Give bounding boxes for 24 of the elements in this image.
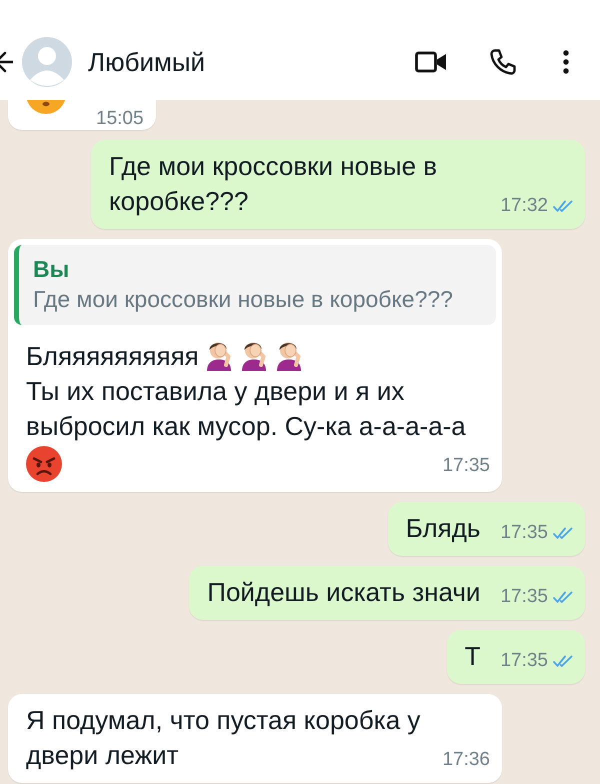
more-options-icon[interactable] <box>563 50 569 74</box>
phone-call-icon[interactable] <box>489 48 517 76</box>
message-text: Т <box>464 641 480 672</box>
message-time: 15:05 <box>96 108 144 130</box>
message-time: 17:36 <box>442 749 490 772</box>
quote-author: Вы <box>33 255 70 284</box>
back-arrow-icon[interactable] <box>0 51 13 73</box>
video-call-icon[interactable] <box>415 50 447 74</box>
angry-face-icon <box>26 446 62 482</box>
message-text: Блядь <box>406 513 480 544</box>
quote-text: Где мои кроссовки новые в коробке??? <box>33 285 453 314</box>
message-text: Я подумал, что пустая коробка у двери лежит <box>26 705 420 770</box>
contact-name[interactable]: Любимый <box>88 46 415 78</box>
message-text: Бляяяяяяяяяя <box>26 341 199 371</box>
message-time: 17:35 <box>500 522 548 544</box>
message-time: 17:32 <box>500 195 548 217</box>
quoted-message[interactable]: Вы Где мои кроссовки новые в коробке??? <box>14 245 496 325</box>
message-text: Пойдешь искать значи <box>207 577 480 608</box>
message-time: 17:35 <box>442 455 490 477</box>
emoji-icon <box>26 100 66 114</box>
message-text: Ты их поставила у двери и я их выбросил как мусор. Су-ка а-а-а-а-а <box>26 376 466 441</box>
message-time: 17:35 <box>500 650 548 672</box>
message-text: Где мои кроссовки новые в коробке??? <box>109 151 438 216</box>
message-time: 17:35 <box>500 586 548 608</box>
